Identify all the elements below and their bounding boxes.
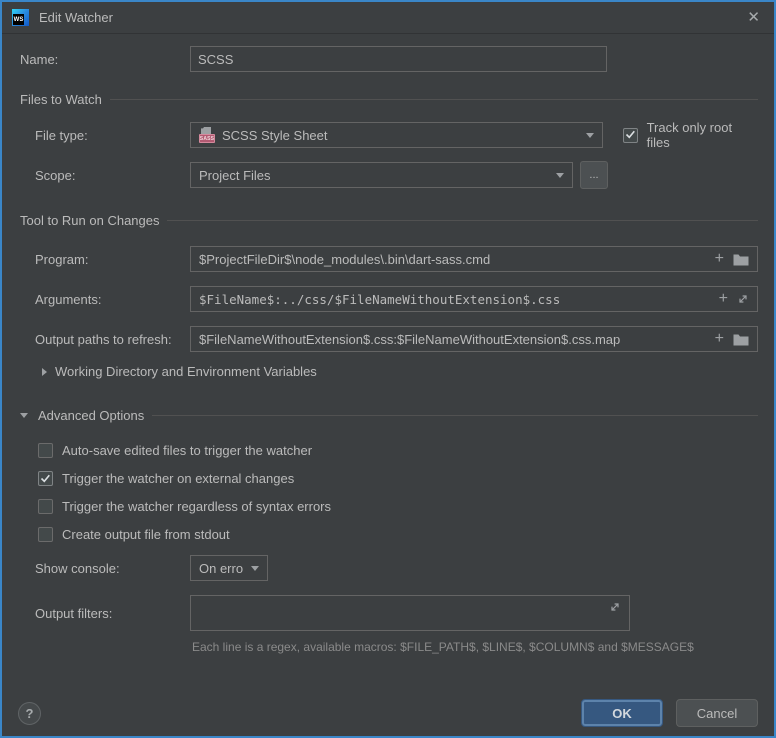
output-filters-input[interactable] [190, 595, 630, 631]
arguments-row: Arguments: $FileName$:../css/$FileNameWi… [18, 286, 758, 312]
expand-icon[interactable] [737, 293, 749, 305]
working-directory-disclosure[interactable]: Working Directory and Environment Variab… [18, 364, 758, 379]
chevron-down-icon [556, 173, 564, 178]
files-to-watch-section-header: Files to Watch [18, 92, 758, 107]
dialog-footer: ? OK Cancel [2, 692, 774, 736]
file-type-row: File type: SASS SCSS Style Sheet Track o… [18, 120, 758, 150]
output-filters-row: Output filters: [18, 595, 758, 631]
arguments-label: Arguments: [18, 292, 190, 307]
scope-browse-button[interactable]: ... [580, 161, 608, 189]
advanced-options-header[interactable]: Advanced Options [18, 408, 758, 423]
scope-label: Scope: [18, 168, 190, 183]
section-rule [152, 415, 758, 416]
program-label: Program: [18, 252, 190, 267]
file-type-select[interactable]: SASS SCSS Style Sheet [190, 122, 603, 148]
checkbox-icon[interactable] [38, 443, 53, 458]
insert-macro-icon[interactable]: + [715, 251, 724, 267]
scope-select[interactable]: Project Files [190, 162, 573, 188]
arguments-input[interactable]: $FileName$:../css/$FileNameWithoutExtens… [190, 286, 758, 312]
chevron-down-icon [586, 133, 594, 138]
ok-button[interactable]: OK [581, 699, 663, 727]
show-console-row: Show console: On error [18, 555, 758, 581]
checkbox-icon[interactable] [623, 128, 638, 143]
edit-watcher-dialog: WS Edit Watcher ✕ Name: Files to Watch F… [0, 0, 776, 738]
help-button[interactable]: ? [18, 702, 41, 725]
insert-macro-icon[interactable]: + [719, 291, 728, 307]
tool-section-header: Tool to Run on Changes [18, 213, 758, 228]
syntax-errors-checkbox-row[interactable]: Trigger the watcher regardless of syntax… [18, 499, 758, 514]
autosave-checkbox-row[interactable]: Auto-save edited files to trigger the wa… [18, 443, 758, 458]
output-paths-input[interactable]: $FileNameWithoutExtension$.css:$FileName… [190, 326, 758, 352]
insert-macro-icon[interactable]: + [715, 331, 724, 347]
name-row: Name: [18, 46, 758, 72]
section-rule [110, 99, 758, 100]
external-changes-checkbox-row[interactable]: Trigger the watcher on external changes [18, 471, 758, 486]
webstorm-logo-icon: WS [12, 9, 29, 26]
title-bar: WS Edit Watcher ✕ [2, 2, 774, 34]
show-console-label: Show console: [18, 561, 190, 576]
close-icon[interactable]: ✕ [743, 8, 764, 27]
name-label: Name: [18, 52, 190, 67]
stdout-checkbox-row[interactable]: Create output file from stdout [18, 527, 758, 542]
watcher-name-input[interactable] [190, 46, 607, 72]
output-paths-label: Output paths to refresh: [18, 332, 190, 347]
chevron-down-icon [251, 566, 259, 571]
program-row: Program: $ProjectFileDir$\node_modules\.… [18, 246, 758, 272]
folder-icon[interactable] [733, 333, 749, 346]
section-rule [167, 220, 758, 221]
scope-row: Scope: Project Files ... [18, 161, 758, 189]
checkbox-icon[interactable] [38, 499, 53, 514]
checkbox-icon[interactable] [38, 471, 53, 486]
output-filters-label: Output filters: [18, 606, 190, 621]
program-input[interactable]: $ProjectFileDir$\node_modules\.bin\dart-… [190, 246, 758, 272]
chevron-right-icon [42, 368, 47, 376]
show-console-select[interactable]: On error [190, 555, 268, 581]
window-title: Edit Watcher [39, 10, 113, 25]
chevron-down-icon [20, 413, 28, 418]
file-type-label: File type: [18, 128, 190, 143]
sass-file-type-icon: SASS [199, 127, 215, 143]
folder-icon[interactable] [733, 253, 749, 266]
output-paths-row: Output paths to refresh: $FileNameWithou… [18, 326, 758, 352]
checkbox-icon[interactable] [38, 527, 53, 542]
expand-icon[interactable] [609, 601, 621, 613]
track-only-root-files-checkbox[interactable]: Track only root files [623, 120, 758, 150]
output-filters-hint: Each line is a regex, available macros: … [192, 640, 758, 654]
cancel-button[interactable]: Cancel [676, 699, 758, 727]
